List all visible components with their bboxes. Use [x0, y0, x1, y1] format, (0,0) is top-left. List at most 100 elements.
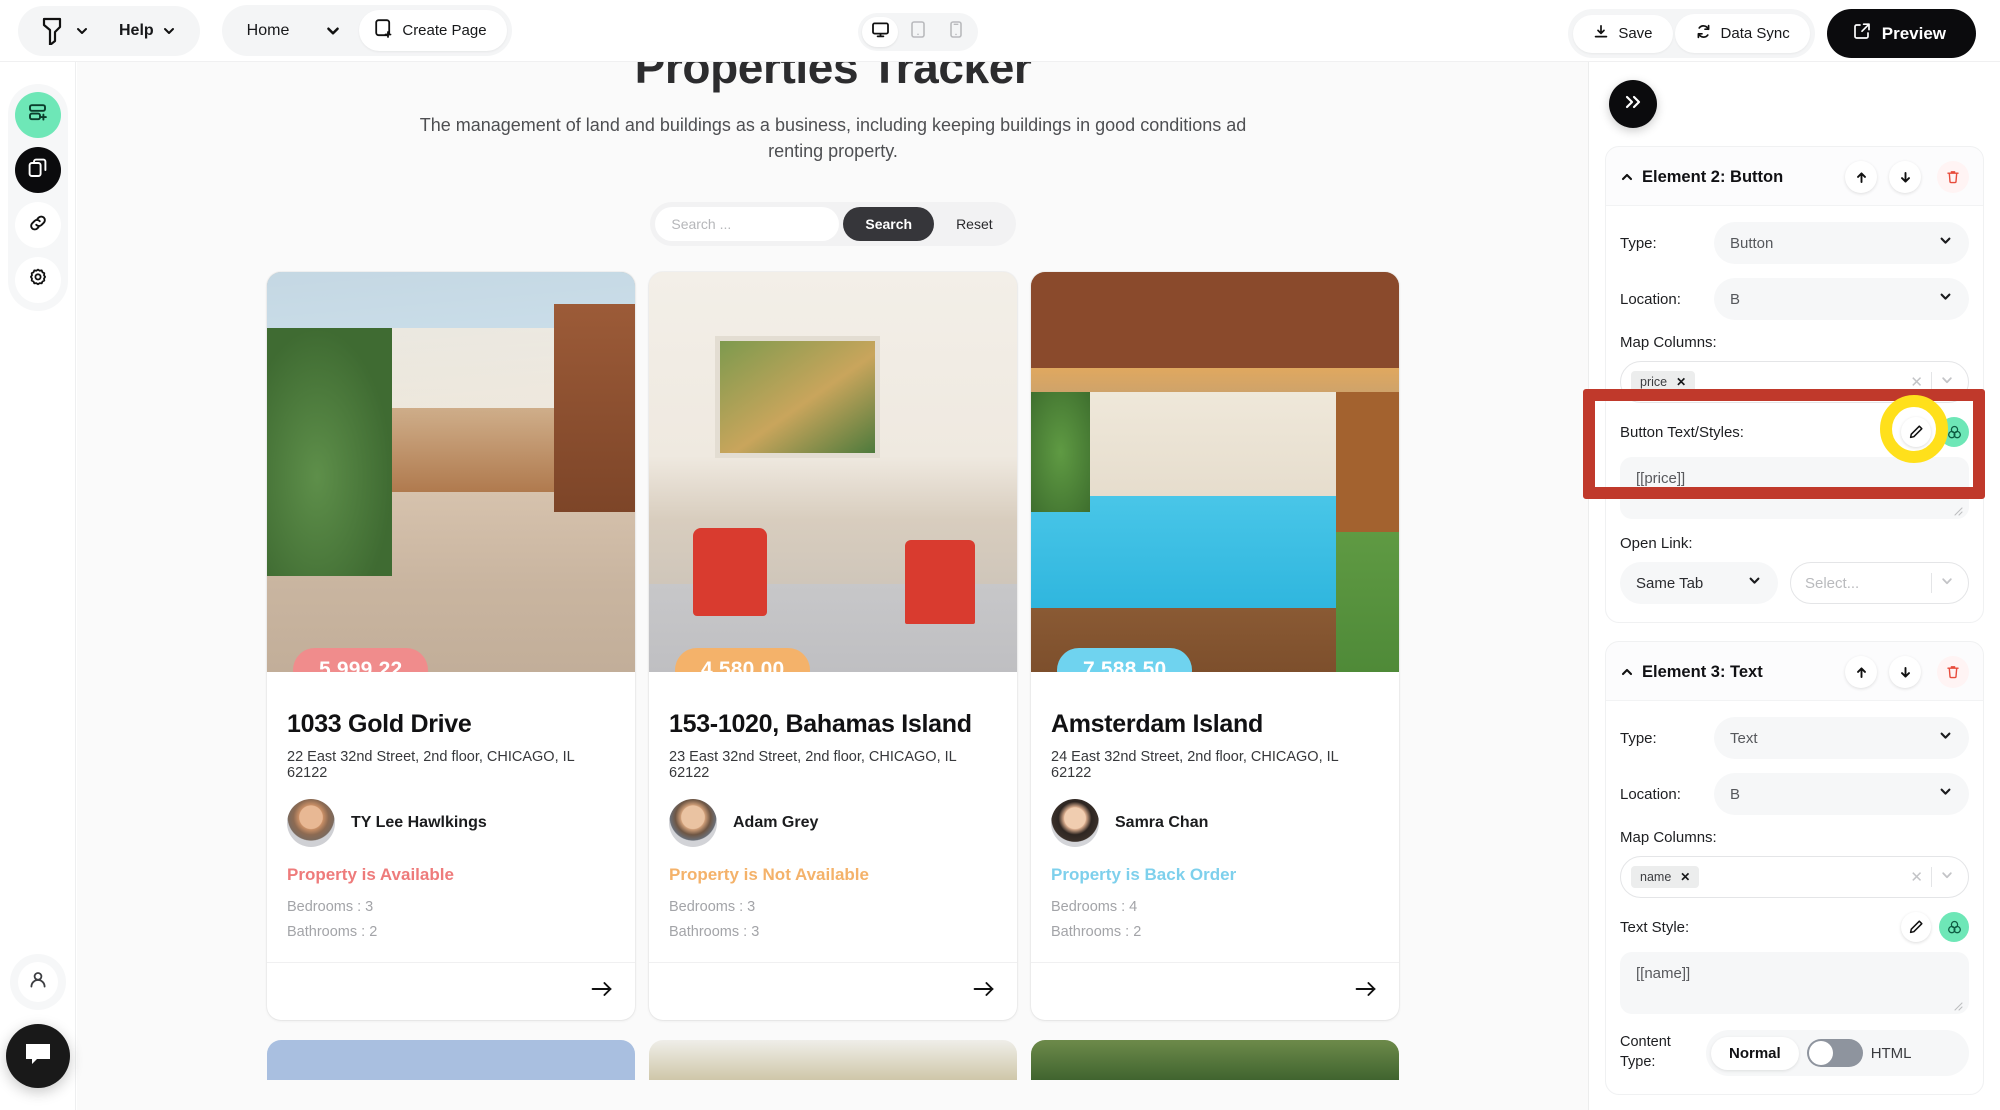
open-link-target-select[interactable]: Same Tab [1620, 562, 1778, 604]
x-icon[interactable]: ✕ [1680, 870, 1690, 884]
pencil-icon[interactable] [1901, 912, 1931, 942]
type-label: Type: [1620, 234, 1657, 252]
property-address: 24 East 32nd Street, 2nd floor, CHICAGO,… [1051, 749, 1339, 782]
property-image: 4,580.00 [649, 272, 1017, 673]
color-palette-icon[interactable] [1939, 417, 1969, 447]
clear-x-icon[interactable]: ✕ [1902, 373, 1931, 391]
button-text-textarea[interactable]: [[price]] [1620, 457, 1969, 519]
chevron-up-icon[interactable] [1620, 170, 1634, 184]
page-description: The management of land and buildings as … [419, 115, 1247, 162]
card-footer-link[interactable] [1031, 962, 1399, 1020]
type-select[interactable]: Text [1714, 717, 1969, 759]
pencil-icon[interactable] [1901, 417, 1931, 447]
chevron-down-icon[interactable] [1932, 574, 1962, 593]
property-card[interactable]: 5,999.22 1033 Gold Drive 22 East 32nd St… [267, 272, 635, 1021]
card-footer-link[interactable] [649, 962, 1017, 1020]
column-chip[interactable]: name ✕ [1631, 866, 1700, 888]
content-type-toggle[interactable] [1806, 1039, 1863, 1067]
search-input[interactable] [655, 207, 840, 242]
property-card[interactable]: 7,588.50 Amsterdam Island 24 East 32nd S… [1031, 272, 1399, 1021]
price-badge[interactable]: 7,588.50 [1057, 648, 1193, 673]
location-label: Location: [1620, 785, 1681, 803]
move-element-up-button[interactable] [1845, 161, 1877, 193]
move-element-up-button[interactable] [1845, 656, 1877, 688]
property-card[interactable] [649, 1040, 1017, 1081]
data-sync-button[interactable]: Data Sync [1674, 14, 1810, 53]
agent-name: TY Lee Hawlkings [351, 814, 487, 832]
search-button[interactable]: Search [843, 207, 935, 242]
card-footer-link[interactable] [267, 962, 635, 1020]
tablet-view-button[interactable] [900, 17, 936, 47]
panel-scroll-area[interactable]: Element 2: Button Type: Button Location:… [1589, 146, 2000, 1110]
desktop-view-button[interactable] [862, 17, 898, 47]
add-block-icon [27, 102, 49, 129]
property-title: 153-1020, Bahamas Island [669, 710, 972, 739]
property-card[interactable] [267, 1040, 635, 1081]
property-card[interactable]: 4,580.00 153-1020, Bahamas Island 23 Eas… [649, 272, 1017, 1021]
element-heading: Element 2: Button [1642, 167, 1784, 186]
property-card[interactable] [1031, 1040, 1399, 1081]
top-toolbar: Help Home Create Page Save Data Sync Pre… [0, 0, 2000, 62]
download-icon [1593, 24, 1609, 44]
collapse-panel-button[interactable] [1609, 80, 1657, 128]
reset-button[interactable]: Reset [938, 207, 1011, 241]
avatar [287, 799, 335, 848]
refresh-icon [1695, 23, 1712, 44]
status-badge: Property is Not Available [669, 865, 869, 885]
property-image: 5,999.22 [267, 272, 635, 673]
button-text-styles-row: Button Text/Styles: [1620, 417, 1969, 447]
location-select[interactable]: B [1714, 278, 1969, 320]
location-value: B [1730, 290, 1741, 308]
save-button[interactable]: Save [1573, 14, 1673, 53]
content-type-html-option[interactable]: HTML [1871, 1045, 1922, 1062]
brand-logo-button[interactable] [26, 11, 99, 51]
device-preview-switcher [858, 13, 978, 51]
chevron-down-icon [1747, 573, 1762, 593]
chevron-down-icon[interactable] [1932, 373, 1962, 392]
text-style-row: Text Style: [1620, 912, 1969, 942]
move-element-down-button[interactable] [1889, 656, 1921, 688]
create-page-button[interactable]: Create Page [359, 10, 507, 51]
page-selector-label: Home [246, 21, 290, 39]
price-badge[interactable]: 4,580.00 [675, 648, 811, 673]
page-selector-dropdown[interactable]: Home [227, 13, 358, 49]
type-value: Button [1730, 234, 1774, 252]
sidebar-item-settings[interactable] [14, 257, 61, 303]
preview-button[interactable]: Preview [1826, 9, 1976, 58]
mobile-view-button[interactable] [938, 17, 974, 47]
delete-element-button[interactable] [1937, 161, 1969, 193]
sidebar-item-pages[interactable] [14, 147, 61, 193]
chevron-down-icon [75, 24, 89, 38]
location-select[interactable]: B [1714, 773, 1969, 815]
resize-handle[interactable] [1951, 998, 1963, 1011]
chevron-down-icon[interactable] [1932, 868, 1962, 887]
type-select[interactable]: Button [1714, 222, 1969, 264]
property-agent: Adam Grey [669, 799, 997, 848]
column-chip[interactable]: price ✕ [1631, 371, 1696, 393]
sidebar-item-layout[interactable] [14, 92, 61, 138]
bedrooms-label: Bedrooms : 3 [669, 899, 756, 916]
help-menu-button[interactable]: Help [103, 14, 192, 48]
bedrooms-label: Bedrooms : 3 [287, 899, 374, 916]
x-icon[interactable]: ✕ [1676, 375, 1686, 389]
text-style-label: Text Style: [1620, 918, 1690, 936]
map-columns-label: Map Columns: [1620, 829, 1717, 846]
color-palette-icon[interactable] [1939, 912, 1969, 942]
property-agent: Samra Chan [1051, 799, 1379, 848]
map-columns-multiselect[interactable]: name ✕ ✕ [1620, 856, 1969, 898]
account-button[interactable] [9, 954, 66, 1010]
move-element-down-button[interactable] [1889, 161, 1921, 193]
open-link-page-select[interactable]: Select... [1790, 562, 1969, 604]
text-style-textarea[interactable]: [[name]] [1620, 952, 1969, 1014]
chevron-up-icon[interactable] [1620, 665, 1634, 679]
delete-element-button[interactable] [1937, 656, 1969, 688]
price-badge[interactable]: 5,999.22 [293, 648, 429, 673]
clear-x-icon[interactable]: ✕ [1902, 868, 1931, 886]
top-actions-group: Save Data Sync Preview [1568, 9, 1976, 58]
flowbite-logo-icon [40, 17, 66, 45]
resize-handle[interactable] [1951, 503, 1963, 516]
sidebar-item-links[interactable] [14, 202, 61, 248]
chat-support-button[interactable] [5, 1024, 70, 1088]
map-columns-multiselect[interactable]: price ✕ ✕ [1620, 361, 1969, 403]
content-type-normal-option[interactable]: Normal [1711, 1036, 1799, 1070]
